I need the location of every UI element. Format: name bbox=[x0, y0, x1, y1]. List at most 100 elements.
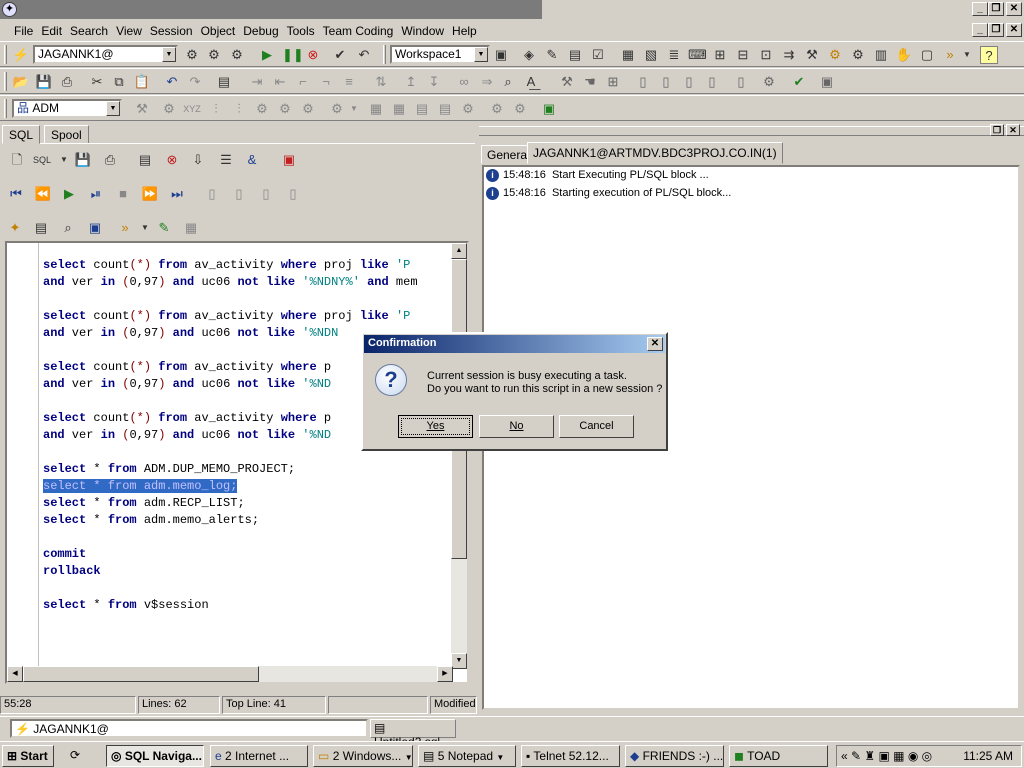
code-line[interactable]: select * from adm.RECP_LIST; bbox=[43, 495, 455, 512]
sql-icon[interactable]: ⌨ bbox=[688, 46, 707, 64]
page-icon-5[interactable]: ▯ bbox=[732, 73, 750, 91]
code-line[interactable]: and ver in (0,97) and uc06 not like '%ND… bbox=[43, 274, 455, 291]
restore-button[interactable]: ❐ bbox=[988, 2, 1004, 16]
cog-icon-2[interactable]: ⚙ bbox=[849, 46, 867, 64]
gear-icon[interactable]: ⚙ bbox=[205, 46, 223, 64]
task-notepad[interactable]: ▤ 5 Notepad ▼ bbox=[418, 745, 516, 767]
code-line[interactable]: select * from adm.memo_log; bbox=[43, 478, 455, 495]
prev-icon[interactable]: ⏪ bbox=[34, 185, 52, 203]
chevron-down-icon[interactable]: ▼ bbox=[474, 47, 488, 62]
vertical-scrollbar[interactable]: ▲ ▼ bbox=[451, 243, 467, 669]
chevron-down-icon[interactable]: ▼ bbox=[162, 47, 176, 62]
code-line[interactable] bbox=[43, 529, 455, 546]
pane-restore-button[interactable]: ❐ bbox=[990, 124, 1004, 136]
tool-icon-6[interactable]: ⚙ bbox=[328, 100, 346, 118]
menu-team-coding[interactable]: Team Coding bbox=[319, 21, 398, 38]
more-icon[interactable]: » bbox=[116, 219, 134, 237]
new-icon[interactable]: 🗋 bbox=[8, 151, 26, 169]
spell-icon[interactable]: A͟ bbox=[522, 73, 540, 91]
page-icon-3[interactable]: ▯ bbox=[257, 185, 275, 203]
chevron-down-icon[interactable]: ▼ bbox=[106, 101, 120, 116]
tree-icon[interactable]: ⊞ bbox=[711, 46, 729, 64]
page-icon[interactable]: ▯ bbox=[203, 185, 221, 203]
paste-icon[interactable]: 📋 bbox=[133, 73, 151, 91]
stop-icon[interactable]: ⊗ bbox=[304, 46, 322, 64]
session-icon[interactable]: ⚙ bbox=[183, 46, 201, 64]
task-friends[interactable]: ◆ FRIENDS :-) ... bbox=[625, 745, 724, 767]
tool-icon[interactable]: ⚒ bbox=[133, 100, 151, 118]
start-button[interactable]: ⊞ Start bbox=[2, 745, 54, 767]
upper-icon[interactable]: ↥ bbox=[402, 73, 420, 91]
view-icon[interactable]: ▧ bbox=[642, 46, 660, 64]
menu-help[interactable]: Help bbox=[448, 21, 481, 38]
tool-icon-2[interactable]: ⚙ bbox=[760, 73, 778, 91]
grid-icon[interactable]: ▦ bbox=[367, 100, 385, 118]
page-icon-3[interactable]: ▯ bbox=[680, 73, 698, 91]
code-line[interactable] bbox=[43, 580, 455, 597]
sort-icon[interactable]: ⇅ bbox=[372, 73, 390, 91]
tab-sql[interactable]: SQL bbox=[2, 125, 41, 144]
tool-icon-4[interactable]: ⚙ bbox=[276, 100, 294, 118]
cut-icon[interactable]: ✂ bbox=[88, 73, 106, 91]
arrow-icon[interactable]: ⇒ bbox=[478, 73, 496, 91]
play-icon[interactable]: ▶ bbox=[60, 185, 78, 203]
explain-icon[interactable]: ▤ bbox=[136, 151, 154, 169]
mdi-close-button[interactable]: ✕ bbox=[1006, 23, 1022, 37]
first-icon[interactable]: ⏮ bbox=[7, 185, 25, 203]
open-icon[interactable]: 📂 bbox=[12, 73, 30, 91]
menu-object[interactable]: Object bbox=[197, 21, 240, 38]
link-icon[interactable]: ∞ bbox=[455, 73, 473, 91]
editor-icon[interactable]: ✎ bbox=[543, 46, 561, 64]
page-icon-4[interactable]: ▯ bbox=[284, 185, 302, 203]
comment-icon[interactable]: ⌐ bbox=[294, 73, 312, 91]
tool-icon[interactable]: ⚒ bbox=[803, 46, 821, 64]
tool-icon-8[interactable]: ⚙ bbox=[488, 100, 506, 118]
print-icon[interactable]: ⎙ bbox=[58, 73, 76, 91]
tray-icons[interactable]: ✎ ♜ ▣ ▦ ◉ ◎ bbox=[851, 749, 932, 763]
save-icon[interactable]: 💾 bbox=[35, 73, 53, 91]
menu-tools[interactable]: Tools bbox=[283, 21, 319, 38]
quick-launch-icon[interactable]: ⟳ bbox=[66, 745, 90, 767]
schema-combo[interactable]: 品 ADM ▼ bbox=[12, 99, 122, 118]
dialog-close-button[interactable]: ✕ bbox=[647, 337, 663, 351]
tab-spool[interactable]: Spool bbox=[44, 125, 89, 144]
tree-icon-3[interactable]: ⊡ bbox=[757, 46, 775, 64]
mdi-restore-button[interactable]: ❐ bbox=[988, 23, 1004, 37]
code-line[interactable]: select * from adm.memo_alerts; bbox=[43, 512, 455, 529]
tool-icon[interactable]: ⚒ bbox=[558, 73, 576, 91]
pen-icon[interactable]: ✎ bbox=[155, 219, 173, 237]
close-button[interactable]: ✕ bbox=[1006, 2, 1022, 16]
help-icon[interactable]: ? bbox=[980, 46, 998, 64]
tab-session-output[interactable]: JAGANNK1@ARTMDV.BDC3PROJ.CO.IN(1) bbox=[527, 142, 783, 164]
chevron-down-icon[interactable]: ▼ bbox=[136, 219, 154, 237]
task-telnet[interactable]: ▪ Telnet 52.12... bbox=[521, 745, 620, 767]
menu-file[interactable]: File bbox=[0, 21, 37, 38]
code-line[interactable] bbox=[43, 291, 455, 308]
menu-search[interactable]: Search bbox=[66, 21, 112, 38]
page-icon-4[interactable]: ▯ bbox=[703, 73, 721, 91]
cancel-button[interactable]: Cancel bbox=[559, 415, 634, 438]
pin-icon[interactable]: ⫶ bbox=[207, 100, 225, 118]
find-icon[interactable]: ⌕ bbox=[499, 73, 517, 91]
task-internet[interactable]: e 2 Internet ... bbox=[210, 745, 308, 767]
list-icon[interactable]: ☰ bbox=[217, 151, 235, 169]
hscroll-thumb[interactable] bbox=[23, 666, 259, 682]
hand-icon[interactable]: ✋ bbox=[895, 46, 913, 64]
procedure-icon[interactable]: ▤ bbox=[566, 46, 584, 64]
code-area[interactable]: select count(*) from av_activity where p… bbox=[43, 257, 455, 677]
tool-icon-7[interactable]: ⚙ bbox=[459, 100, 477, 118]
scroll-right-button[interactable]: ▶ bbox=[437, 666, 453, 682]
doc-icon[interactable]: ▤ bbox=[32, 219, 50, 237]
yes-button[interactable]: Yes bbox=[398, 415, 473, 438]
pin-icon-2[interactable]: ⫶ bbox=[230, 100, 248, 118]
page-icon-2[interactable]: ▯ bbox=[230, 185, 248, 203]
break-icon[interactable]: ⊗ bbox=[163, 151, 181, 169]
grid-icon-2[interactable]: ▦ bbox=[390, 100, 408, 118]
minimize-button[interactable]: _ bbox=[972, 2, 988, 16]
tree-icon[interactable]: ⊞ bbox=[604, 73, 622, 91]
tree-icon-2[interactable]: ⊟ bbox=[734, 46, 752, 64]
hand-icon[interactable]: ☚ bbox=[581, 73, 599, 91]
image-icon[interactable]: ▣ bbox=[86, 219, 104, 237]
horizontal-scrollbar[interactable]: ◀ ▶ bbox=[7, 666, 453, 682]
grid-icon-3[interactable]: ▤ bbox=[413, 100, 431, 118]
